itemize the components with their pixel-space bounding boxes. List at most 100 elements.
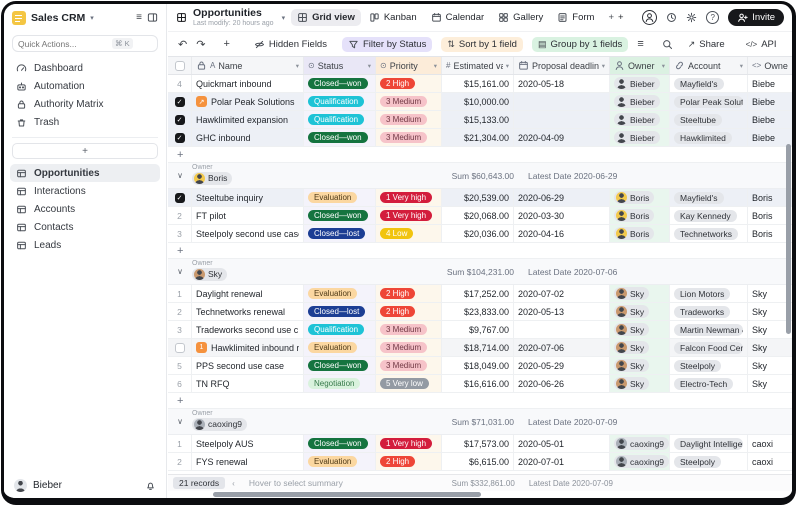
- row-checkbox[interactable]: ✓: [174, 114, 185, 125]
- table-row[interactable]: ✓ ↗ Polar Peak Solutions Qualification 3 Med…: [168, 93, 792, 111]
- cell-priority[interactable]: 2 High: [376, 285, 442, 302]
- view-tab-grid-view[interactable]: Grid view: [291, 9, 361, 26]
- cell-name[interactable]: ↗ Polar Peak Solutions: [192, 93, 304, 110]
- row-handle-cell[interactable]: ✓: [168, 189, 192, 206]
- sidebar-item-dashboard[interactable]: Dashboard: [10, 59, 160, 77]
- table-row[interactable]: ✓ Hawklimited expansion Qualification 3 Med…: [168, 111, 792, 129]
- api-button[interactable]: </> API: [740, 37, 783, 52]
- cell-status[interactable]: Closed—won: [304, 357, 376, 374]
- column-header-estimated-value[interactable]: #Estimated value ▾: [442, 57, 514, 74]
- cell-estimated-value[interactable]: $18,049.00: [442, 357, 514, 374]
- row-checkbox[interactable]: [174, 342, 185, 353]
- cell-owner[interactable]: Sky: [610, 285, 670, 302]
- table-row[interactable]: 5 PPS second use case Closed—won 3 Medium $1…: [168, 357, 792, 375]
- row-handle-cell[interactable]: 2: [168, 453, 192, 470]
- row-handle-cell[interactable]: [168, 339, 192, 356]
- cell-name[interactable]: FT pilot: [192, 207, 304, 224]
- cell-account[interactable]: Steeltube: [670, 111, 748, 128]
- cell-owner[interactable]: Sky: [610, 303, 670, 320]
- sidebar-item-trash[interactable]: Trash: [10, 113, 160, 131]
- cell-status[interactable]: Closed—lost: [304, 303, 376, 320]
- sidebar-item-interactions[interactable]: Interactions: [10, 182, 160, 200]
- sidebar-item-authority-matrix[interactable]: Authority Matrix: [10, 95, 160, 113]
- cell-name[interactable]: Quickmart inbound: [192, 75, 304, 92]
- cell-owner[interactable]: caoxing9: [610, 453, 670, 470]
- add-row-button[interactable]: +: [168, 393, 792, 409]
- cell-proposal-deadline[interactable]: 2020-06-29: [514, 189, 610, 206]
- table-row[interactable]: 1Hawklimited inbound req Evaluation 3 Medi…: [168, 339, 792, 357]
- filter-button[interactable]: Filter by Status: [341, 36, 433, 52]
- row-handle-cell[interactable]: ✓: [168, 129, 192, 146]
- cell-priority[interactable]: 4 Low: [376, 225, 442, 242]
- cell-proposal-deadline[interactable]: [514, 321, 610, 338]
- collapse-group-icon[interactable]: ∨: [168, 417, 192, 426]
- row-checkbox[interactable]: ✓: [174, 192, 185, 203]
- row-checkbox[interactable]: ✓: [174, 132, 185, 143]
- cell-status[interactable]: Evaluation: [304, 189, 376, 206]
- column-header-status[interactable]: ⊙ Status ▾: [304, 57, 376, 74]
- cell-estimated-value[interactable]: $15,133.00: [442, 111, 514, 128]
- collapse-icon[interactable]: ‹: [232, 479, 235, 488]
- row-handle-cell[interactable]: 1: [168, 285, 192, 302]
- sidebar-item-leads[interactable]: Leads: [10, 236, 160, 254]
- search-icon[interactable]: [662, 39, 673, 50]
- user-row[interactable]: Bieber: [4, 472, 166, 498]
- cell-priority[interactable]: 2 High: [376, 453, 442, 470]
- cell-account[interactable]: Steelpoly: [670, 453, 748, 470]
- quick-actions-search[interactable]: ⌘ K: [12, 35, 158, 52]
- cell-priority[interactable]: 3 Medium: [376, 357, 442, 374]
- cell-owner-formula[interactable]: Sky: [748, 339, 792, 356]
- row-handle-cell[interactable]: ✓: [168, 111, 192, 128]
- column-header-owner[interactable]: Owner ▾: [610, 57, 670, 74]
- column-header-name[interactable]: A Name ▾: [192, 57, 304, 74]
- collapse-group-icon[interactable]: ∨: [168, 267, 192, 276]
- view-tab-kanban[interactable]: Kanban: [363, 9, 423, 26]
- search-input[interactable]: [18, 38, 108, 49]
- row-badge[interactable]: ↗: [196, 96, 207, 107]
- sidebar-item-accounts[interactable]: Accounts: [10, 200, 160, 218]
- cell-estimated-value[interactable]: $16,616.00: [442, 375, 514, 392]
- table-row[interactable]: ✓ GHC inbound Closed—won 3 Medium $21,304.00…: [168, 129, 792, 147]
- chevron-down-icon[interactable]: ▾: [662, 62, 665, 70]
- cell-priority[interactable]: 2 High: [376, 303, 442, 320]
- cell-proposal-deadline[interactable]: 2020-04-16: [514, 225, 610, 242]
- cell-owner[interactable]: Sky: [610, 339, 670, 356]
- cell-proposal-deadline[interactable]: 2020-03-30: [514, 207, 610, 224]
- account-avatar-icon[interactable]: [642, 10, 658, 25]
- cell-proposal-deadline[interactable]: 2020-07-02: [514, 285, 610, 302]
- cell-name[interactable]: GHC inbound: [192, 129, 304, 146]
- cell-account[interactable]: Hawklimited: [670, 129, 748, 146]
- row-badge[interactable]: 1: [196, 342, 207, 353]
- cell-proposal-deadline[interactable]: 2020-07-06: [514, 339, 610, 356]
- cell-estimated-value[interactable]: $17,252.00: [442, 285, 514, 302]
- group-latest-date[interactable]: Latest Date 2020-06-29: [514, 171, 617, 181]
- redo-icon[interactable]: ↷: [196, 38, 205, 51]
- footer-latest-date[interactable]: Latest Date 2020-07-09: [515, 479, 613, 488]
- chevron-down-icon[interactable]: ▾: [506, 62, 509, 70]
- table-row[interactable]: 6 TN RFQ Negotiation 5 Very low $16,616.00 20…: [168, 375, 792, 393]
- help-icon[interactable]: ?: [706, 11, 720, 24]
- gear-icon[interactable]: [686, 12, 697, 23]
- cell-name[interactable]: Technetworks renewal: [192, 303, 304, 320]
- add-record-icon[interactable]: +: [223, 38, 229, 50]
- row-handle-cell[interactable]: 3: [168, 225, 192, 242]
- cell-status[interactable]: Evaluation: [304, 453, 376, 470]
- cell-owner[interactable]: Bieber: [610, 111, 670, 128]
- cell-proposal-deadline[interactable]: [514, 111, 610, 128]
- cell-owner-formula[interactable]: Sky: [748, 357, 792, 374]
- cell-name[interactable]: Tradeworks second use c...: [192, 321, 304, 338]
- cell-account[interactable]: Martin Newman & S...: [670, 321, 748, 338]
- history-icon[interactable]: [666, 12, 677, 23]
- cell-account[interactable]: Tradeworks: [670, 303, 748, 320]
- cell-priority[interactable]: 1 Very high: [376, 189, 442, 206]
- cell-owner[interactable]: Sky: [610, 357, 670, 374]
- cell-estimated-value[interactable]: $20,036.00: [442, 225, 514, 242]
- chevron-down-icon[interactable]: ▾: [740, 62, 743, 70]
- chevron-down-icon[interactable]: ▾: [90, 14, 94, 22]
- table-row[interactable]: 2 FT pilot Closed—won 1 Very high $20,068.00…: [168, 207, 792, 225]
- view-tab--[interactable]: + +: [602, 9, 629, 26]
- cell-status[interactable]: Closed—won: [304, 129, 376, 146]
- sort-button[interactable]: ⇅ Sort by 1 field: [441, 36, 523, 52]
- cell-priority[interactable]: 3 Medium: [376, 93, 442, 110]
- cell-owner[interactable]: Bieber: [610, 75, 670, 92]
